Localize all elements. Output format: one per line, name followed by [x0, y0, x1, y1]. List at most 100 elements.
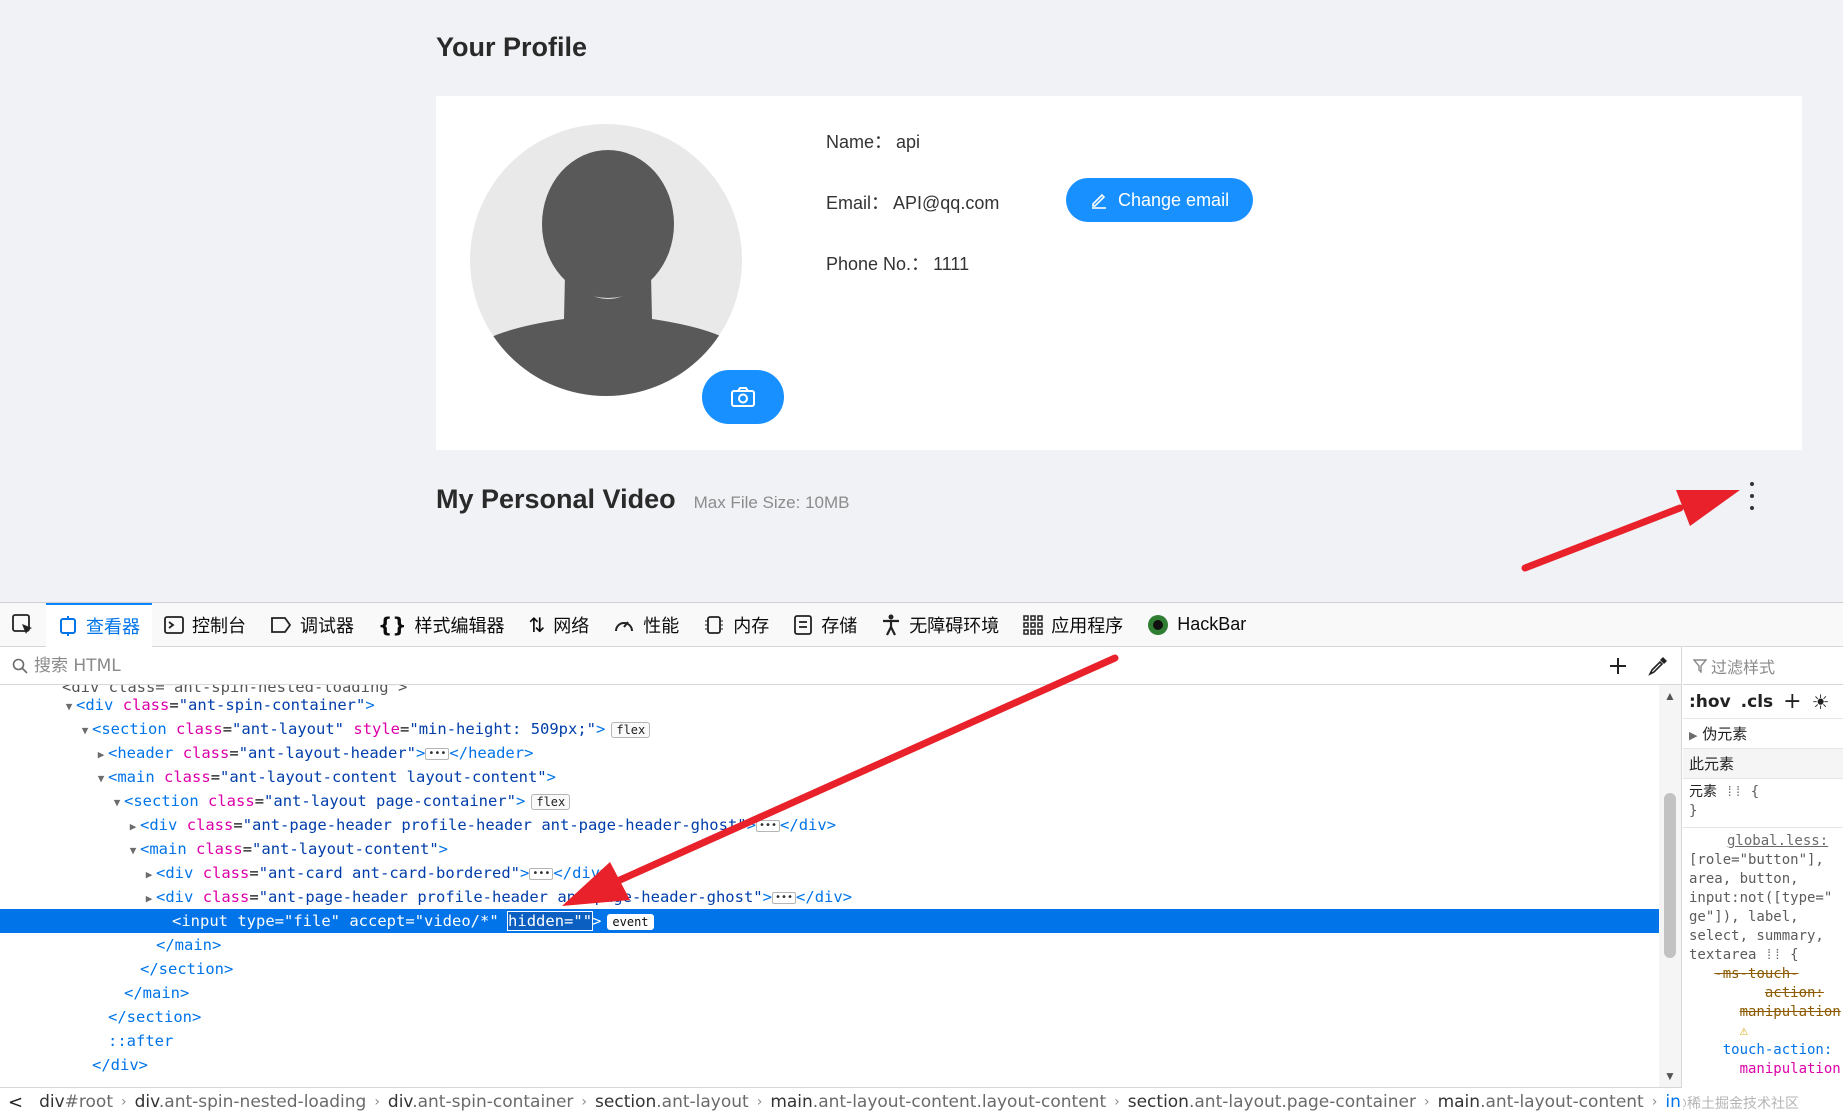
tree-node-close-main-2[interactable]: </main>	[0, 981, 1660, 1005]
filter-styles-placeholder: 过滤样式	[1711, 657, 1776, 677]
pseudo-elements-toggle[interactable]: ▶ 伪元素	[1683, 719, 1843, 749]
add-rule-icon[interactable]: +	[1783, 689, 1801, 714]
collapsed-dots-icon[interactable]: •••	[425, 747, 450, 760]
video-section-title: My Personal Video	[436, 484, 676, 514]
change-email-button[interactable]: Change email	[1066, 178, 1254, 222]
tab-label: 调试器	[300, 615, 354, 637]
phone-row: Phone No.： 1111	[826, 250, 969, 276]
event-badge[interactable]: event	[607, 913, 654, 930]
this-element-header: 此元素	[1683, 749, 1843, 779]
filter-icon	[1693, 658, 1707, 673]
network-arrows-icon: ⇅	[528, 612, 546, 637]
hackbar-icon	[1148, 614, 1169, 635]
tab-label: 网络	[553, 615, 590, 637]
tab-memory[interactable]: 内存	[691, 603, 781, 647]
tree-node-page-container[interactable]: ▼ <section class="ant-layout page-contain…	[0, 789, 1660, 813]
application-grid-icon	[1023, 614, 1043, 635]
add-node-icon[interactable]	[1603, 651, 1633, 681]
flex-badge[interactable]: flex	[611, 721, 651, 738]
more-options-icon[interactable]	[1742, 480, 1762, 512]
cls-toggle[interactable]: .cls	[1741, 692, 1773, 712]
breadcrumb-item[interactable]: div#root	[31, 1092, 121, 1112]
tree-node-main-content[interactable]: ▼ <main class="ant-layout-content">	[0, 837, 1660, 861]
scroll-up-icon[interactable]: ▲	[1663, 689, 1677, 703]
flex-badge[interactable]: flex	[531, 793, 571, 810]
name-row: Name： api	[826, 128, 920, 154]
breadcrumb-item[interactable]: main.ant-layout-content	[1430, 1092, 1652, 1112]
profile-page: Your Profile Name：api Email：API@qq.com	[0, 0, 1843, 600]
change-email-label: Change email	[1118, 189, 1230, 210]
tree-node-main-layout-content[interactable]: ▼ <main class="ant-layout-content layout-…	[0, 765, 1660, 789]
tree-node-ant-card[interactable]: ▶ <div class="ant-card ant-card-bordered"…	[0, 861, 1660, 885]
markup-tree: <div class="ant-spin-nested-loading"> ▼ <…	[0, 685, 1660, 1087]
tree-node-close-div[interactable]: </div>	[0, 1053, 1660, 1077]
collapsed-dots-icon[interactable]: •••	[755, 819, 781, 832]
email-row: Email： API@qq.com	[826, 189, 999, 215]
tab-debugger[interactable]: 调试器	[258, 603, 366, 647]
tab-hackbar[interactable]: HackBar	[1135, 603, 1258, 647]
tab-console[interactable]: 控制台	[152, 603, 258, 647]
hov-toggle[interactable]: :hov	[1689, 692, 1731, 712]
tree-node-header[interactable]: ▶ <header class="ant-layout-header"> ••• </…	[0, 741, 1660, 765]
tab-performance[interactable]: 性能	[601, 603, 691, 647]
hidden-attribute[interactable]: hidden=""	[507, 911, 594, 931]
scroll-down-icon[interactable]: ▼	[1663, 1069, 1677, 1083]
tree-node-profile-header-2[interactable]: ▶ <div class="ant-page-header profile-hea…	[0, 885, 1660, 909]
html-search-input[interactable]	[34, 655, 1534, 676]
tab-label: 性能	[643, 615, 680, 637]
rules-toolbar: :hov .cls + ☀	[1683, 685, 1843, 719]
tree-node-spin-container[interactable]: ▼ <div class="ant-spin-container">	[0, 693, 1660, 717]
breadcrumb-item-current[interactable]: input	[1657, 1092, 1682, 1112]
tab-application[interactable]: 应用程序	[1011, 603, 1135, 647]
collapsed-dots-icon[interactable]: •••	[529, 867, 554, 880]
debugger-icon	[271, 616, 292, 633]
collapsed-dots-icon[interactable]: •••	[771, 891, 797, 904]
braces-icon: {}	[378, 612, 407, 637]
light-theme-icon[interactable]: ☀	[1812, 690, 1830, 714]
filter-styles-bar[interactable]: 过滤样式	[1683, 647, 1843, 685]
tree-node-ant-layout[interactable]: ▼ <section class="ant-layout" style="min-…	[0, 717, 1660, 741]
tab-storage[interactable]: 存储	[781, 603, 869, 647]
breadcrumb-item[interactable]: div.ant-spin-container	[380, 1092, 582, 1112]
breadcrumb-item[interactable]: main.ant-layout-content.layout-content	[762, 1092, 1114, 1112]
html-search-bar	[0, 647, 1681, 685]
page-title: Your Profile	[436, 32, 588, 62]
breadcrumb-back-icon[interactable]: <	[0, 1092, 31, 1113]
tab-label: 样式编辑器	[414, 615, 505, 637]
tree-node-close-section[interactable]: </section>	[0, 957, 1660, 981]
name-value: api	[896, 132, 921, 152]
tab-label: 查看器	[86, 616, 140, 638]
global-less-rule: global.less: [role="button"], area, butt…	[1683, 827, 1843, 1079]
tree-node-close-main[interactable]: </main>	[0, 933, 1660, 957]
tree-node-close-section-2[interactable]: </section>	[0, 1005, 1660, 1029]
markup-scrollbar[interactable]: ▲ ▼	[1659, 685, 1681, 1087]
tree-node-after-pseudo[interactable]: ::after	[0, 1029, 1660, 1053]
tree-node-input-file-selected[interactable]: <input type="file" accept="video/*" hidd…	[0, 909, 1660, 933]
avatar	[470, 124, 742, 396]
tab-network[interactable]: ⇅ 网络	[516, 603, 601, 647]
tab-style-editor[interactable]: {} 样式编辑器	[366, 603, 516, 647]
tab-inspector[interactable]: 查看器	[46, 602, 152, 647]
user-silhouette-icon	[470, 150, 742, 396]
eyedropper-icon[interactable]	[1643, 651, 1673, 681]
breadcrumb-item[interactable]: div.ant-spin-nested-loading	[127, 1092, 375, 1112]
markup-view: <div class="ant-spin-nested-loading"> ▼<…	[0, 647, 1682, 1087]
accessibility-icon	[883, 614, 900, 635]
edit-pencil-icon	[1092, 193, 1106, 209]
tree-node-profile-header[interactable]: ▶ <div class="ant-page-header profile-hea…	[0, 813, 1660, 837]
upload-avatar-button[interactable]	[702, 370, 784, 424]
devtools-panel: 查看器 控制台 调试器 {} 样式编辑器 ⇅ 网络 性能 内存 存储 无障碍环境…	[0, 602, 1843, 1115]
email-value: API@qq.com	[893, 193, 1000, 213]
breadcrumb-item[interactable]: section.ant-layout.page-container	[1120, 1092, 1424, 1112]
breadcrumb-item[interactable]: section.ant-layout	[587, 1092, 757, 1112]
element-picker-icon[interactable]	[0, 603, 46, 647]
phone-label: Phone No.：	[826, 254, 930, 274]
warning-icon: ⚠	[1739, 1023, 1749, 1039]
element-rule: 元素 ⁞⁞ { }	[1689, 784, 1760, 819]
tab-label: 控制台	[192, 615, 246, 637]
console-icon	[164, 615, 184, 634]
source-link[interactable]: global.less:	[1689, 833, 1828, 849]
scroll-thumb[interactable]	[1664, 793, 1676, 958]
tab-accessibility[interactable]: 无障碍环境	[869, 603, 1011, 647]
max-file-size-text: Max File Size: 10MB	[693, 493, 850, 512]
